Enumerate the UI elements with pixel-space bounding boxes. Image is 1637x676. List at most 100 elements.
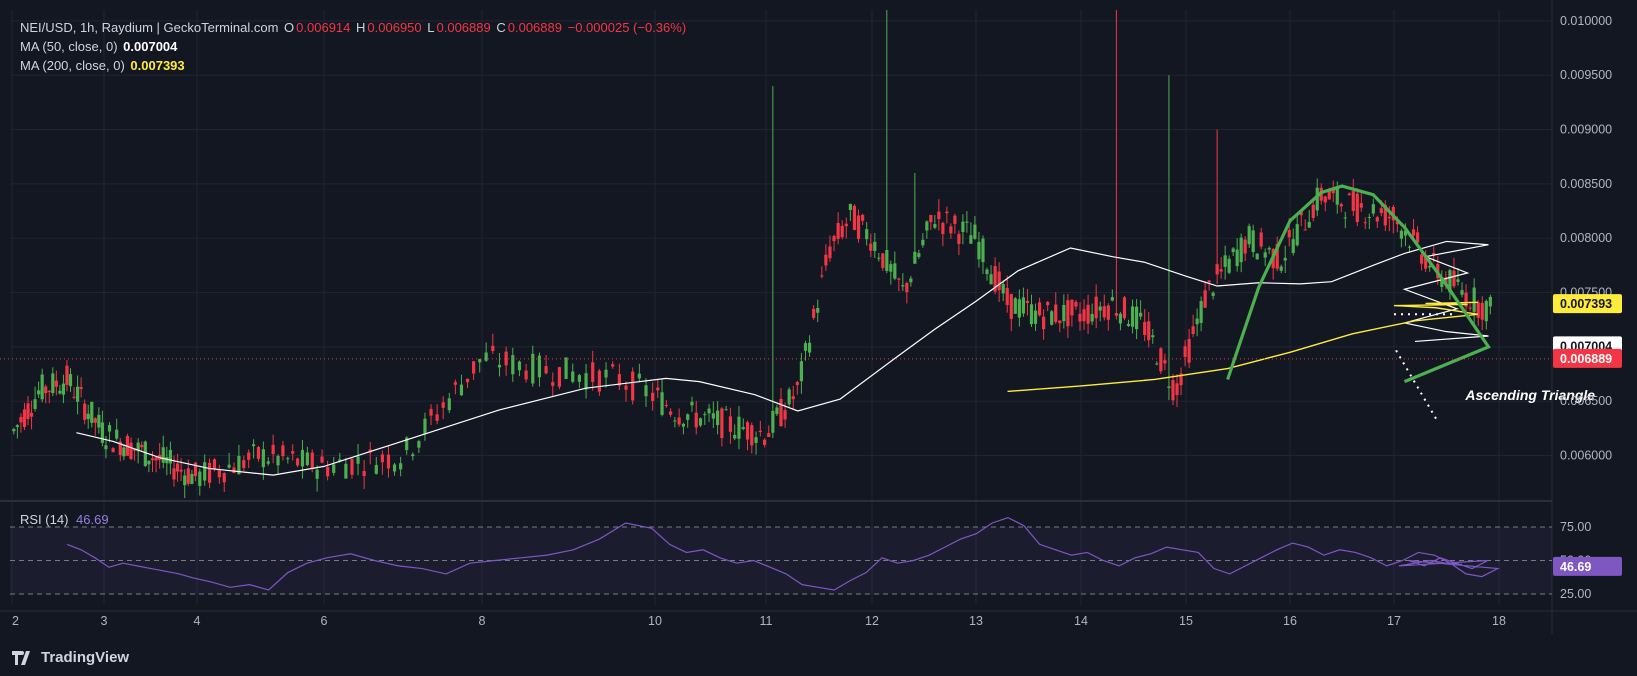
- candle-body: [544, 366, 548, 374]
- price-tick-label: 0.008500: [1560, 177, 1612, 191]
- candle-body: [1102, 306, 1106, 318]
- symbol-legend: NEI/USD, 1h, Raydium | GeckoTerminal.com…: [20, 20, 688, 35]
- candle-body: [100, 422, 104, 443]
- candle-body: [754, 437, 758, 443]
- rsi-badge: 46.69: [1553, 556, 1622, 576]
- candle-body: [1025, 300, 1030, 303]
- candle-body: [737, 416, 741, 439]
- candle-body: [897, 278, 901, 280]
- candle-body: [660, 392, 664, 415]
- tradingview-logo[interactable]: TradingView: [12, 649, 129, 666]
- candle-body: [115, 429, 119, 439]
- candle-body: [380, 454, 384, 463]
- candle-body: [168, 449, 173, 464]
- candle-body: [1114, 313, 1118, 316]
- candle-body: [812, 308, 816, 318]
- candle-body: [1029, 304, 1034, 325]
- candle-body: [969, 235, 973, 244]
- candle-body: [1126, 323, 1131, 327]
- candle-body: [350, 458, 354, 475]
- candle-body: [147, 460, 151, 465]
- time-tick-label: 12: [865, 614, 879, 628]
- candle-body: [484, 352, 488, 361]
- candle-body: [1472, 287, 1476, 312]
- candle-body: [557, 367, 562, 387]
- ma200-value: 0.007393: [130, 58, 185, 73]
- candle-body: [1287, 230, 1291, 238]
- symbol-title[interactable]: NEI/USD, 1h, Raydium | GeckoTerminal.com: [20, 20, 278, 35]
- candle: [1122, 295, 1127, 321]
- candle-body: [1211, 292, 1215, 296]
- candle-body: [771, 410, 775, 433]
- candle-body: [1118, 313, 1123, 324]
- candle-body: [1259, 232, 1263, 247]
- price-tick-label: 0.009000: [1560, 123, 1612, 137]
- candle-body: [1411, 229, 1416, 236]
- candle-body: [1110, 297, 1114, 301]
- candle-body: [1122, 297, 1127, 319]
- candle: [631, 367, 635, 405]
- candle-body: [256, 447, 261, 459]
- time-tick-label: 4: [194, 614, 201, 628]
- ma200-legend[interactable]: MA (200, close, 0) 0.007393: [20, 58, 187, 73]
- candle-body: [1295, 224, 1299, 246]
- candle-body: [19, 417, 23, 423]
- candle-body: [681, 423, 686, 427]
- candle-body: [828, 246, 832, 259]
- candle-body: [1167, 386, 1171, 388]
- candle-body: [54, 380, 58, 387]
- candle-body: [90, 401, 94, 423]
- price-tick-label: 0.009500: [1560, 68, 1612, 82]
- rsi-legend[interactable]: RSI (14) 46.69: [20, 512, 109, 527]
- candle-body: [183, 475, 187, 486]
- rsi-band: [10, 527, 1552, 594]
- candle-body: [1243, 239, 1247, 254]
- candle-body: [651, 392, 655, 401]
- candle-body: [921, 239, 925, 246]
- candle-body: [711, 413, 715, 419]
- rsi-badge-text: 46.69: [1560, 560, 1591, 574]
- candle-body: [75, 386, 80, 402]
- candle-body: [251, 444, 256, 447]
- candle: [564, 357, 568, 380]
- candle-body: [1078, 313, 1082, 322]
- candle-body: [824, 254, 828, 266]
- candle: [1159, 347, 1163, 374]
- candle-body: [624, 385, 628, 390]
- tradingview-icon: [12, 650, 30, 665]
- candle-body: [1267, 247, 1271, 250]
- candle-body: [933, 224, 937, 228]
- candle-body: [1199, 301, 1203, 323]
- candle-body: [1484, 300, 1488, 322]
- candle-body: [840, 225, 844, 238]
- ma200-badge-text: 0.007393: [1560, 297, 1612, 311]
- candle-body: [33, 399, 37, 409]
- candle-body: [1460, 290, 1464, 295]
- candle-body: [698, 418, 703, 426]
- candle-body: [190, 474, 194, 485]
- candle-body: [1155, 363, 1159, 365]
- candle-body: [472, 361, 476, 374]
- ma50-legend[interactable]: MA (50, close, 0) 0.007004: [20, 39, 179, 54]
- candle-body: [973, 224, 977, 239]
- candle-body: [1151, 335, 1155, 338]
- candle-body: [631, 371, 635, 401]
- candle-body: [1066, 300, 1070, 327]
- candle-body: [1017, 299, 1021, 318]
- candle-body: [247, 452, 251, 460]
- candle-body: [733, 434, 737, 439]
- candle-body: [122, 447, 126, 457]
- candle-body: [1283, 257, 1287, 261]
- candle-body: [12, 429, 16, 432]
- candle-body: [1355, 193, 1359, 223]
- candle-body: [478, 359, 482, 363]
- candle-body: [44, 386, 48, 394]
- candle-body: [1106, 305, 1110, 320]
- time-tick-label: 17: [1387, 614, 1401, 628]
- candle-body: [222, 473, 226, 483]
- candle-body: [37, 390, 41, 395]
- candle-body: [491, 345, 495, 351]
- candle-body: [901, 285, 905, 287]
- candle-body: [1013, 298, 1017, 314]
- price-chart[interactable]: Ascending Triangle0.0100000.0095000.0090…: [0, 0, 1637, 676]
